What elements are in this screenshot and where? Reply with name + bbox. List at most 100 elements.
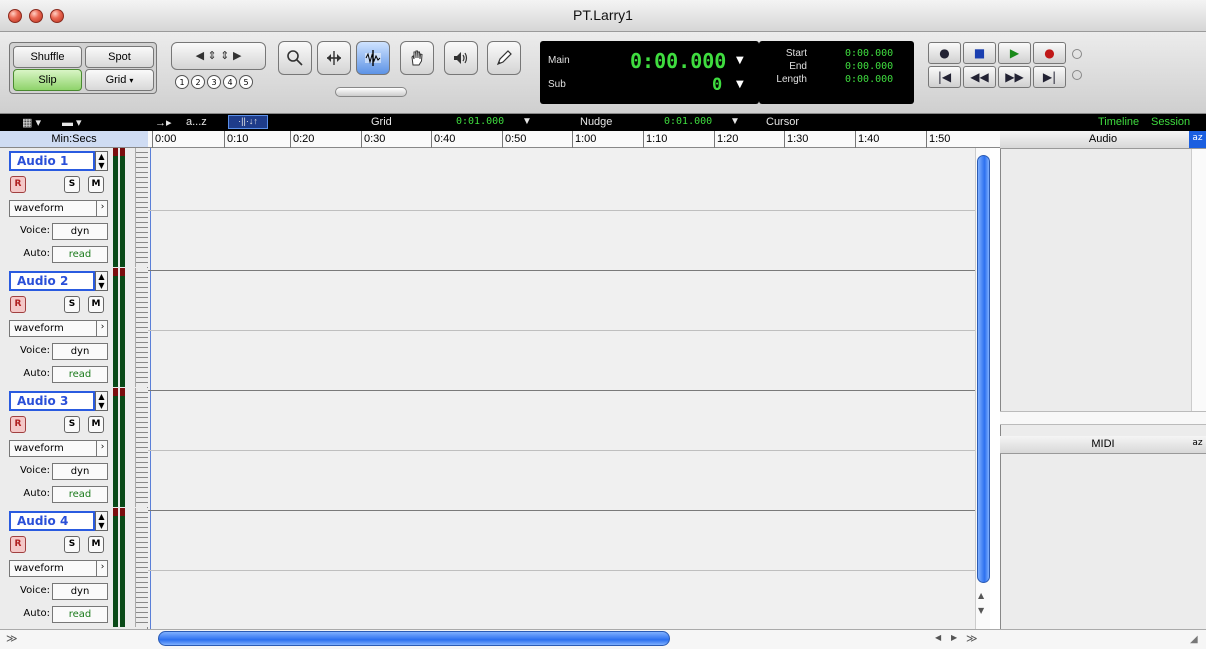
slip-mode-button[interactable]: Slip: [13, 69, 82, 91]
grid-mode-button[interactable]: Grid ▾: [85, 69, 154, 91]
selector-tool[interactable]: [356, 41, 390, 75]
track-name-stepper-icon[interactable]: ▲ ▼: [95, 271, 108, 291]
midi-zoom-icon[interactable]: ⇕: [220, 49, 229, 62]
play-button[interactable]: ▶: [998, 42, 1031, 64]
track-name-stepper-icon[interactable]: ▲ ▼: [95, 391, 108, 411]
solo-button[interactable]: S: [64, 176, 80, 193]
solo-button[interactable]: S: [64, 296, 80, 313]
zoom-preset-5[interactable]: 5: [239, 75, 253, 89]
spot-mode-button[interactable]: Spot: [85, 46, 154, 68]
sort-az-icon[interactable]: az: [1189, 436, 1206, 453]
track-view-arrow-icon[interactable]: ›: [96, 200, 108, 217]
grabber-tool[interactable]: [400, 41, 434, 75]
nudge-dropdown-icon[interactable]: ▼: [730, 116, 740, 127]
vertical-scroll-thumb[interactable]: [977, 155, 990, 583]
sub-counter-dropdown-icon[interactable]: ▼: [736, 79, 744, 90]
horizontal-scroll-thumb[interactable]: [158, 631, 670, 646]
zoom-preset-1[interactable]: 1: [175, 75, 189, 89]
track-view-selector[interactable]: waveform: [9, 440, 108, 457]
track-name-stepper-icon[interactable]: ▲ ▼: [95, 151, 108, 171]
pencil-tool[interactable]: [487, 41, 521, 75]
edit-window-view-menu-icon[interactable]: ▦ ▾: [22, 116, 41, 129]
zoom-preset-2[interactable]: 2: [191, 75, 205, 89]
record-enable-button[interactable]: R: [10, 536, 26, 553]
automation-mode-selector[interactable]: read: [52, 246, 108, 263]
link-selection-icon[interactable]: →▸: [155, 116, 172, 129]
stop-button[interactable]: ■: [963, 42, 996, 64]
panel-splitter[interactable]: [1000, 411, 1206, 425]
session-tab[interactable]: Session: [1151, 116, 1190, 128]
midi-regions-header[interactable]: MIDI: [1000, 436, 1206, 454]
mute-button[interactable]: M: [88, 536, 104, 553]
mute-button[interactable]: M: [88, 176, 104, 193]
scroll-right-icon[interactable]: ▶: [951, 633, 957, 642]
audio-regions-header[interactable]: Audio: [1000, 131, 1206, 149]
audio-list-scrollbar[interactable]: [1191, 149, 1206, 411]
track-view-arrow-icon[interactable]: ›: [96, 560, 108, 577]
track-name[interactable]: Audio 2: [9, 271, 95, 291]
scroll-left-icon[interactable]: ◀: [935, 633, 941, 642]
expand-left-icon[interactable]: ≫: [6, 632, 18, 645]
zoom-out-horizontal-icon[interactable]: ◀: [196, 49, 204, 62]
online-button[interactable]: ●: [928, 42, 961, 64]
track-view-arrow-icon[interactable]: ›: [96, 320, 108, 337]
timebase-ruler[interactable]: 0:00 0:10 0:20 0:30 0:40 0:50 1:00 1:10 …: [148, 131, 1000, 148]
rewind-button[interactable]: ◀◀: [963, 66, 996, 88]
return-to-zero-button[interactable]: |◀: [928, 66, 961, 88]
ruler-name[interactable]: Min:Secs: [0, 131, 148, 148]
scrubber-tool[interactable]: [444, 41, 478, 75]
sort-az-icon[interactable]: az: [1189, 131, 1206, 148]
track-name[interactable]: Audio 4: [9, 511, 95, 531]
playhead-insertion-line: [150, 148, 151, 629]
main-counter-dropdown-icon[interactable]: ▼: [736, 55, 744, 66]
zoomer-tool[interactable]: [278, 41, 312, 75]
solo-button[interactable]: S: [64, 536, 80, 553]
pre-roll-indicator[interactable]: [1072, 49, 1082, 59]
automation-mode-selector[interactable]: read: [52, 366, 108, 383]
grid-dropdown-icon[interactable]: ▼: [522, 116, 532, 127]
expand-right-icon[interactable]: ≫: [966, 632, 978, 645]
voice-selector[interactable]: dyn: [52, 463, 108, 480]
track-name[interactable]: Audio 1: [9, 151, 95, 171]
automation-mode-selector[interactable]: read: [52, 486, 108, 503]
resize-grip-icon[interactable]: ◢: [1190, 634, 1198, 645]
track-view-selector[interactable]: waveform: [9, 560, 108, 577]
track-playlist-area[interactable]: [148, 148, 990, 629]
mute-button[interactable]: M: [88, 296, 104, 313]
go-to-end-icon: ▶|: [1042, 70, 1057, 84]
mute-button[interactable]: M: [88, 416, 104, 433]
trimmer-tool[interactable]: [317, 41, 351, 75]
track-name-stepper-icon[interactable]: ▲ ▼: [95, 511, 108, 531]
timeline-tab[interactable]: Timeline: [1098, 116, 1139, 128]
record-button[interactable]: ●: [1033, 42, 1066, 64]
track-header: Audio 1 ▲ ▼ R S M waveform › Voice: dyn A…: [0, 148, 148, 267]
smart-tool-bar[interactable]: [335, 87, 407, 97]
audio-zoom-icon[interactable]: ⇕: [208, 49, 217, 62]
scroll-up-icon[interactable]: ▲: [978, 591, 984, 600]
post-roll-indicator[interactable]: [1072, 70, 1082, 80]
go-to-end-button[interactable]: ▶|: [1033, 66, 1066, 88]
voice-selector[interactable]: dyn: [52, 223, 108, 240]
zoom-preset-4[interactable]: 4: [223, 75, 237, 89]
record-enable-button[interactable]: R: [10, 296, 26, 313]
sort-label[interactable]: a...z: [186, 116, 207, 128]
record-enable-button[interactable]: R: [10, 416, 26, 433]
track-height-menu-icon[interactable]: ▬ ▾: [62, 116, 82, 129]
insertion-follows-playback-icon[interactable]: ·||·↓↑: [228, 115, 268, 129]
grid-value[interactable]: 0:01.000: [456, 116, 504, 127]
fast-forward-button[interactable]: ▶▶: [998, 66, 1031, 88]
track-name[interactable]: Audio 3: [9, 391, 95, 411]
scroll-down-icon[interactable]: ▼: [978, 606, 984, 615]
track-view-selector[interactable]: waveform: [9, 320, 108, 337]
zoom-in-horizontal-icon[interactable]: ▶: [233, 49, 241, 62]
automation-mode-selector[interactable]: read: [52, 606, 108, 623]
nudge-value[interactable]: 0:01.000: [664, 116, 712, 127]
track-view-arrow-icon[interactable]: ›: [96, 440, 108, 457]
voice-selector[interactable]: dyn: [52, 343, 108, 360]
voice-selector[interactable]: dyn: [52, 583, 108, 600]
shuffle-mode-button[interactable]: Shuffle: [13, 46, 82, 68]
zoom-preset-3[interactable]: 3: [207, 75, 221, 89]
solo-button[interactable]: S: [64, 416, 80, 433]
record-enable-button[interactable]: R: [10, 176, 26, 193]
track-view-selector[interactable]: waveform: [9, 200, 108, 217]
